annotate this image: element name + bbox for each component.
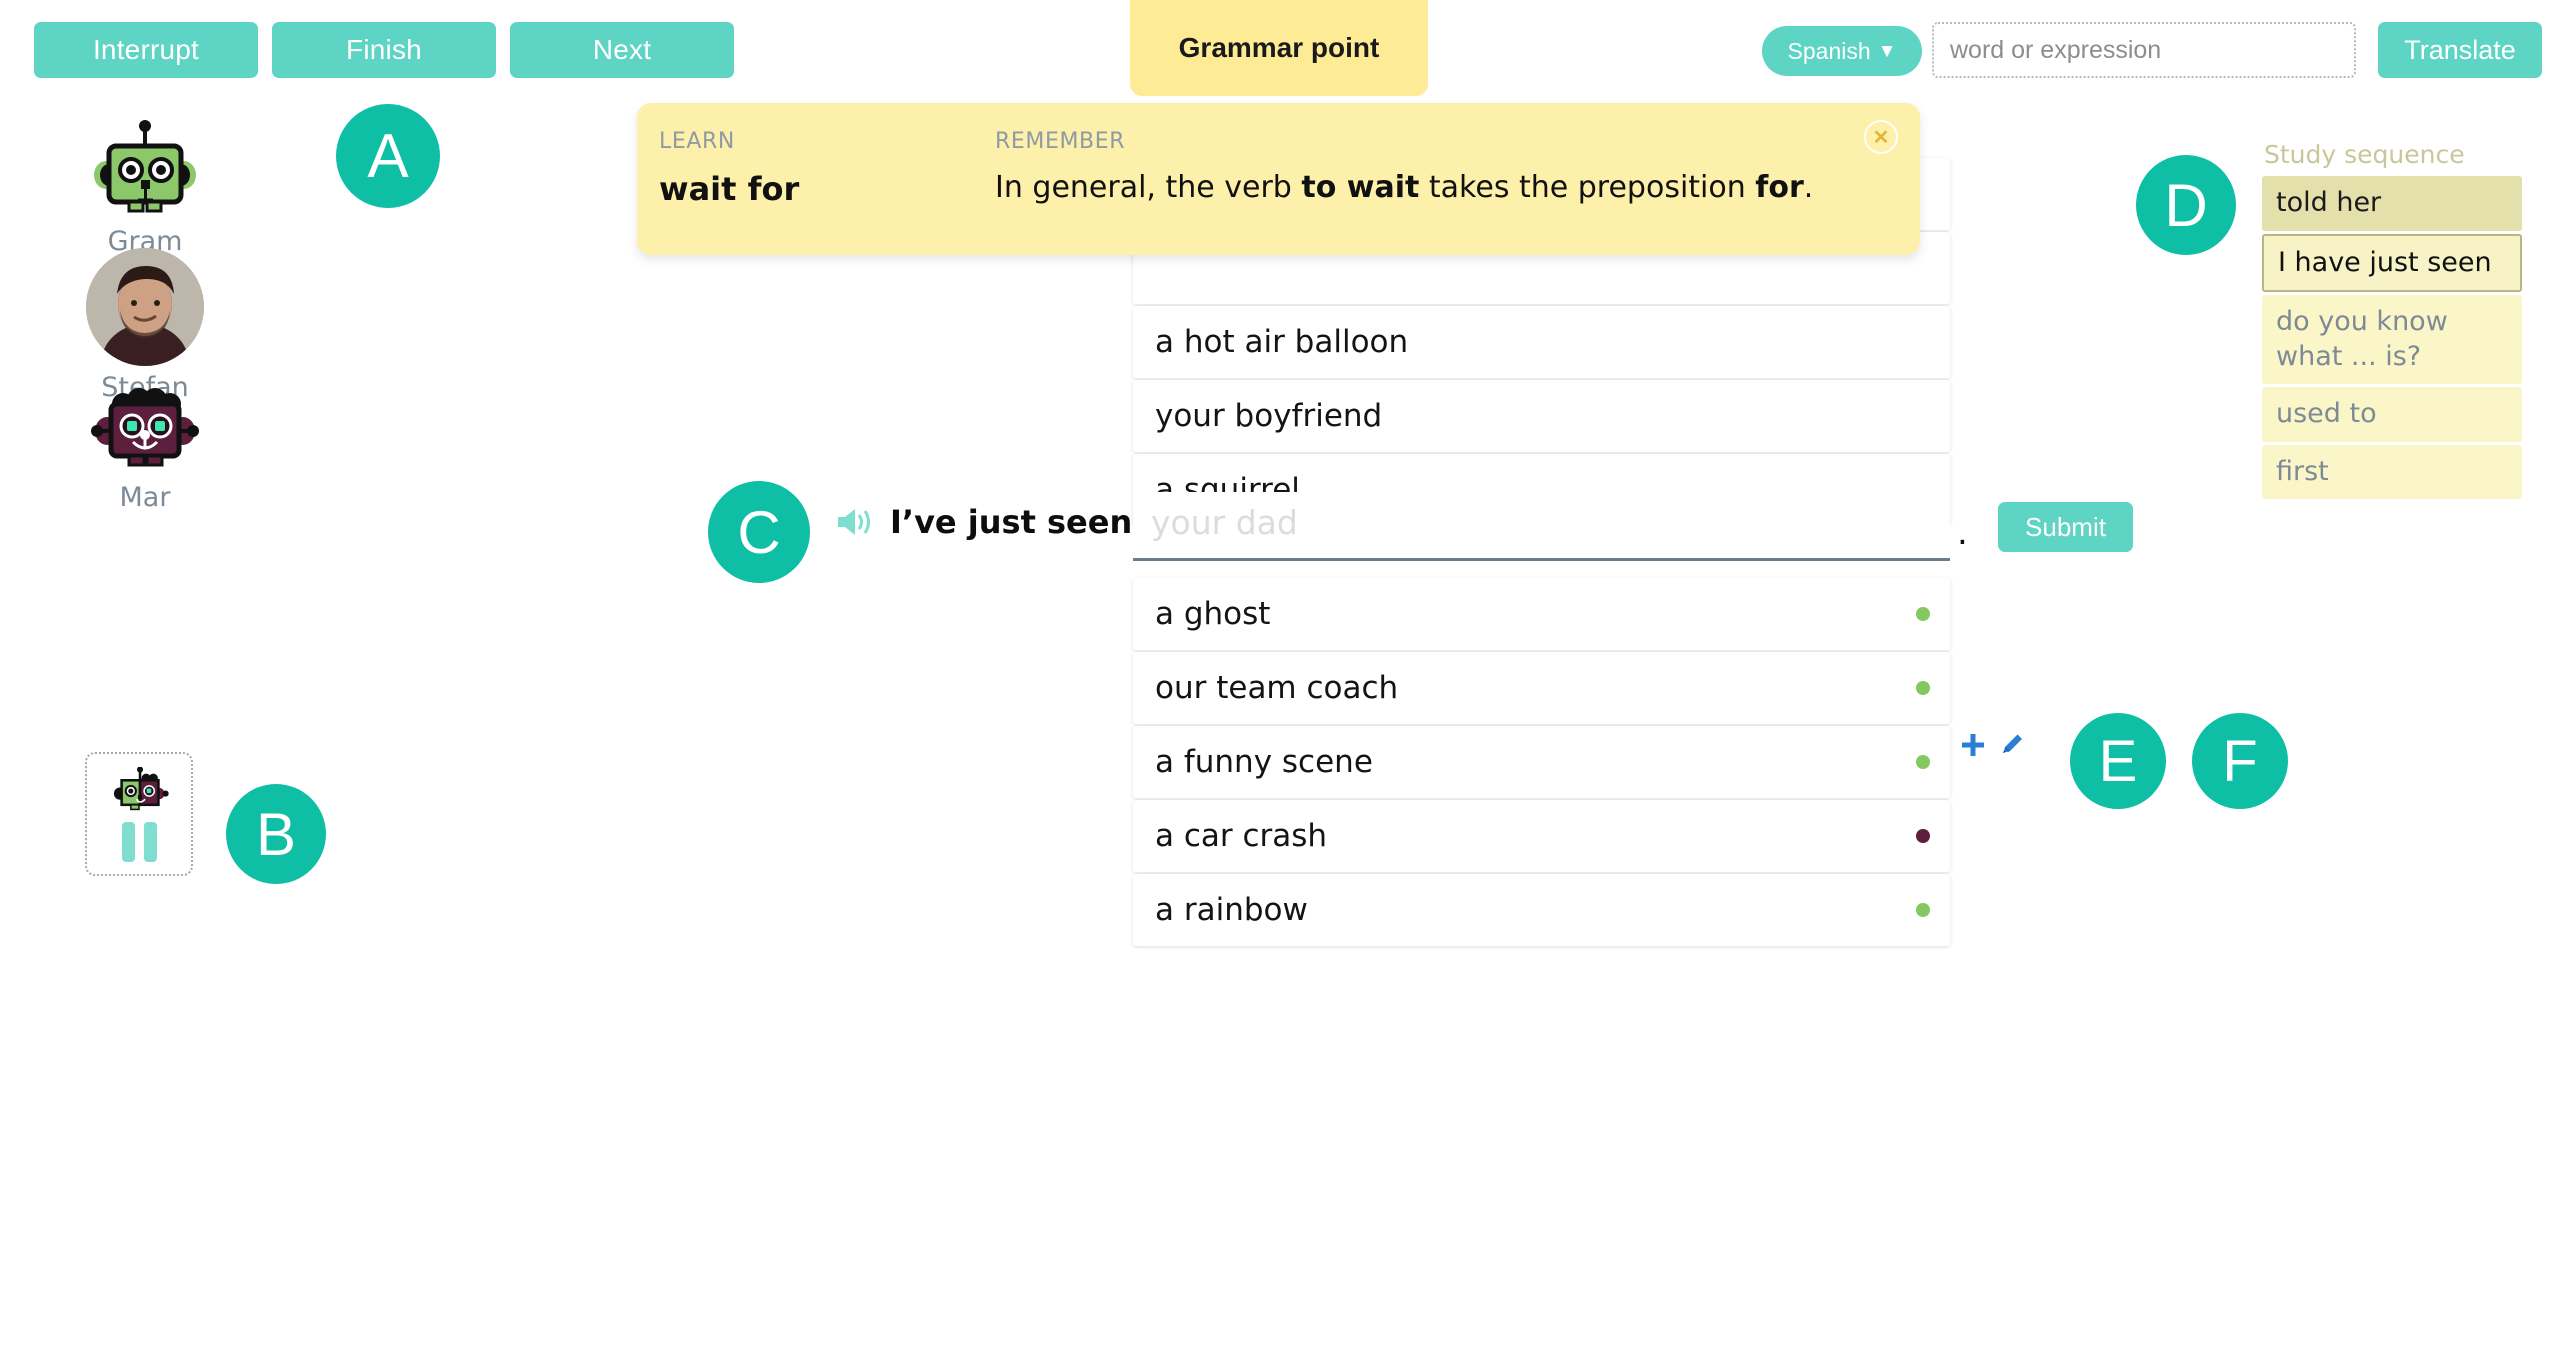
language-selector[interactable]: Spanish ▼ — [1762, 26, 1922, 76]
list-item[interactable]: a rainbow — [1133, 874, 1950, 948]
study-sequence-item[interactable]: used to — [2262, 387, 2522, 442]
remember-bold-2: for — [1755, 170, 1804, 205]
learn-term: wait for — [659, 170, 800, 208]
study-sequence-item[interactable]: first — [2262, 444, 2522, 500]
study-sequence-item[interactable]: I have just seen — [2262, 233, 2522, 293]
gram-robot-icon — [94, 120, 196, 213]
option-label: a hot air balloon — [1155, 324, 1409, 360]
list-item[interactable]: our team coach — [1133, 652, 1950, 726]
avatar — [86, 248, 204, 366]
next-button[interactable]: Next — [510, 22, 734, 78]
pencil-icon[interactable] — [1996, 730, 2026, 760]
top-toolbar: Interrupt Finish Next Grammar point Span… — [0, 0, 2556, 96]
row-actions — [1958, 730, 2026, 760]
chevron-down-icon: ▼ — [1877, 40, 1897, 62]
translate-input[interactable] — [1932, 22, 2356, 78]
close-icon[interactable]: ✕ — [1864, 120, 1898, 154]
answer-options-below: a ghost our team coach a funny scene a c… — [1133, 578, 1950, 948]
remember-prefix: In general, the verb — [995, 170, 1302, 205]
callout-remember-column: REMEMBER In general, the verb to wait ta… — [995, 129, 1813, 205]
speaker-icon — [838, 509, 870, 535]
participant-mar[interactable]: Mar — [0, 376, 290, 513]
annotation-badge-f: F — [2192, 713, 2288, 809]
annotation-badge-e: E — [2070, 713, 2166, 809]
annotation-badge-c: C — [708, 481, 810, 583]
status-dot — [1916, 903, 1930, 917]
list-item[interactable]: your boyfriend — [1133, 380, 1950, 454]
learn-kicker: LEARN — [659, 129, 735, 154]
submit-button[interactable]: Submit — [1998, 502, 2133, 552]
option-label: our team coach — [1155, 670, 1399, 706]
status-dot — [1916, 607, 1930, 621]
answer-input-row[interactable] — [1133, 492, 1950, 561]
status-dot — [1916, 681, 1930, 695]
callout-learn-column: LEARN wait for — [659, 129, 799, 208]
remember-middle: takes the preposition — [1419, 170, 1756, 205]
pause-icon — [121, 821, 157, 862]
list-item[interactable]: a car crash — [1133, 800, 1950, 874]
study-sequence-title: Study sequence — [2264, 140, 2465, 169]
status-dot — [1916, 755, 1930, 769]
grammar-point-tab-label: Grammar point — [1178, 32, 1380, 63]
study-sequence-panel: Study sequence told her I have just seen… — [2262, 140, 2522, 502]
remember-kicker: REMEMBER — [995, 129, 1126, 154]
annotation-badge-d: D — [2136, 155, 2236, 255]
plus-icon[interactable] — [1958, 730, 1988, 760]
interrupt-button[interactable]: Interrupt — [34, 22, 258, 78]
pause-conversation-card[interactable] — [85, 752, 193, 876]
participant-name: Mar — [119, 482, 171, 513]
option-label: a rainbow — [1155, 892, 1308, 928]
option-label: a car crash — [1155, 818, 1328, 854]
mar-robot-icon — [91, 388, 199, 467]
list-item[interactable]: a funny scene — [1133, 726, 1950, 800]
translate-button[interactable]: Translate — [2378, 22, 2542, 78]
option-label: a ghost — [1155, 596, 1271, 632]
person-photo-icon — [86, 248, 204, 366]
list-item[interactable]: a hot air balloon — [1133, 306, 1950, 380]
participant-gram[interactable]: Gram — [0, 120, 290, 257]
study-sequence-item[interactable]: do you know what ... is? — [2262, 295, 2522, 385]
finish-button[interactable]: Finish — [272, 22, 496, 78]
option-label: your boyfriend — [1155, 398, 1383, 434]
sentence-prompt: I’ve just seen — [890, 503, 1133, 541]
status-dot — [1916, 829, 1930, 843]
annotation-badge-a: A — [336, 104, 440, 208]
sentence-period: . — [1957, 513, 1968, 553]
remember-bold-1: to wait — [1301, 170, 1420, 205]
option-label: a funny scene — [1155, 744, 1373, 780]
answer-input[interactable] — [1133, 502, 1950, 548]
language-selector-label: Spanish — [1787, 37, 1871, 64]
remember-suffix: . — [1803, 170, 1814, 205]
grammar-point-tab[interactable]: Grammar point — [1130, 0, 1428, 96]
grammar-point-callout: LEARN wait for REMEMBER In general, the … — [637, 103, 1920, 255]
study-sequence-item[interactable]: told her — [2262, 176, 2522, 231]
annotation-badge-b: B — [226, 784, 326, 884]
play-audio-button[interactable] — [836, 506, 874, 543]
list-item[interactable]: a ghost — [1133, 578, 1950, 652]
split-robot-icon — [113, 766, 169, 810]
remember-body: In general, the verb to wait takes the p… — [995, 170, 1813, 205]
